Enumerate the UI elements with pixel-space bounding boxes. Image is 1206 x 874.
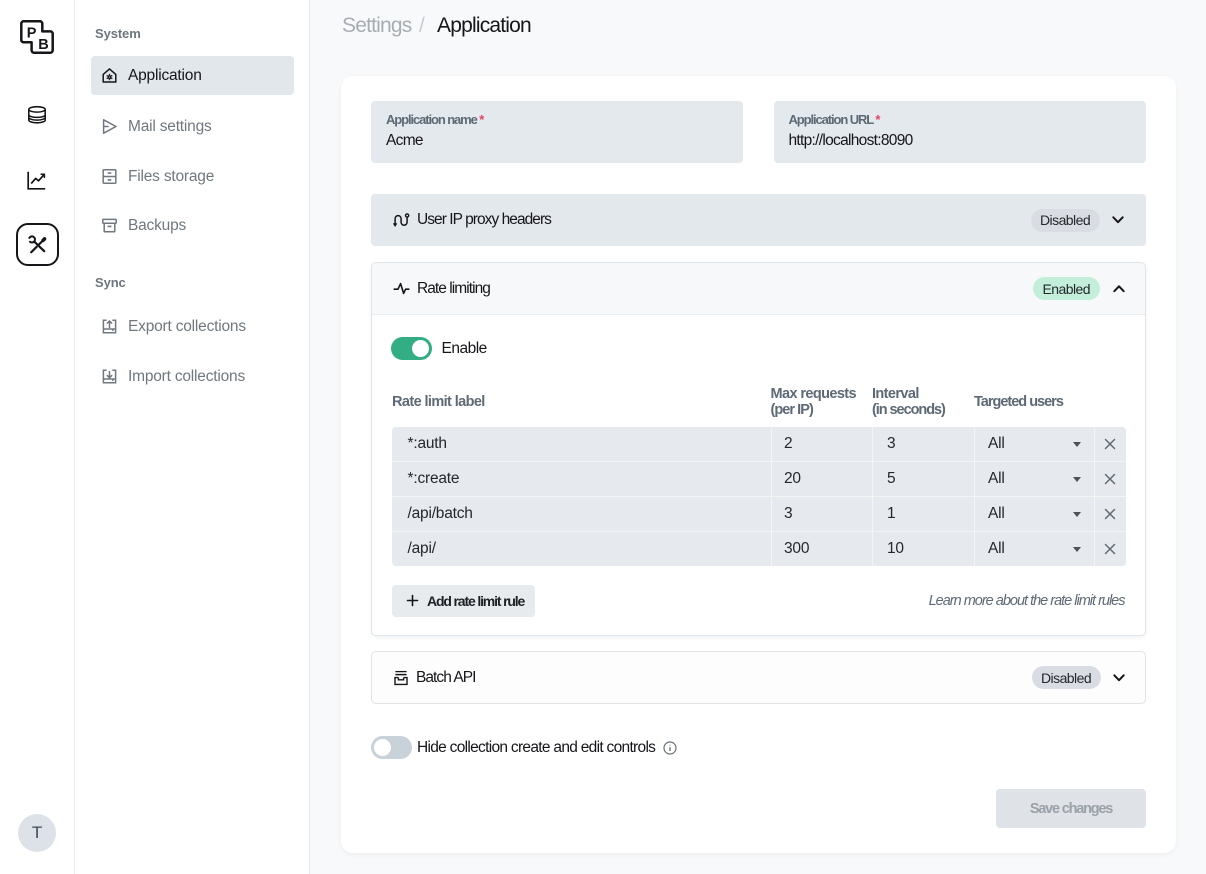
svg-text:P: P <box>27 26 37 42</box>
svg-text:B: B <box>38 37 48 53</box>
